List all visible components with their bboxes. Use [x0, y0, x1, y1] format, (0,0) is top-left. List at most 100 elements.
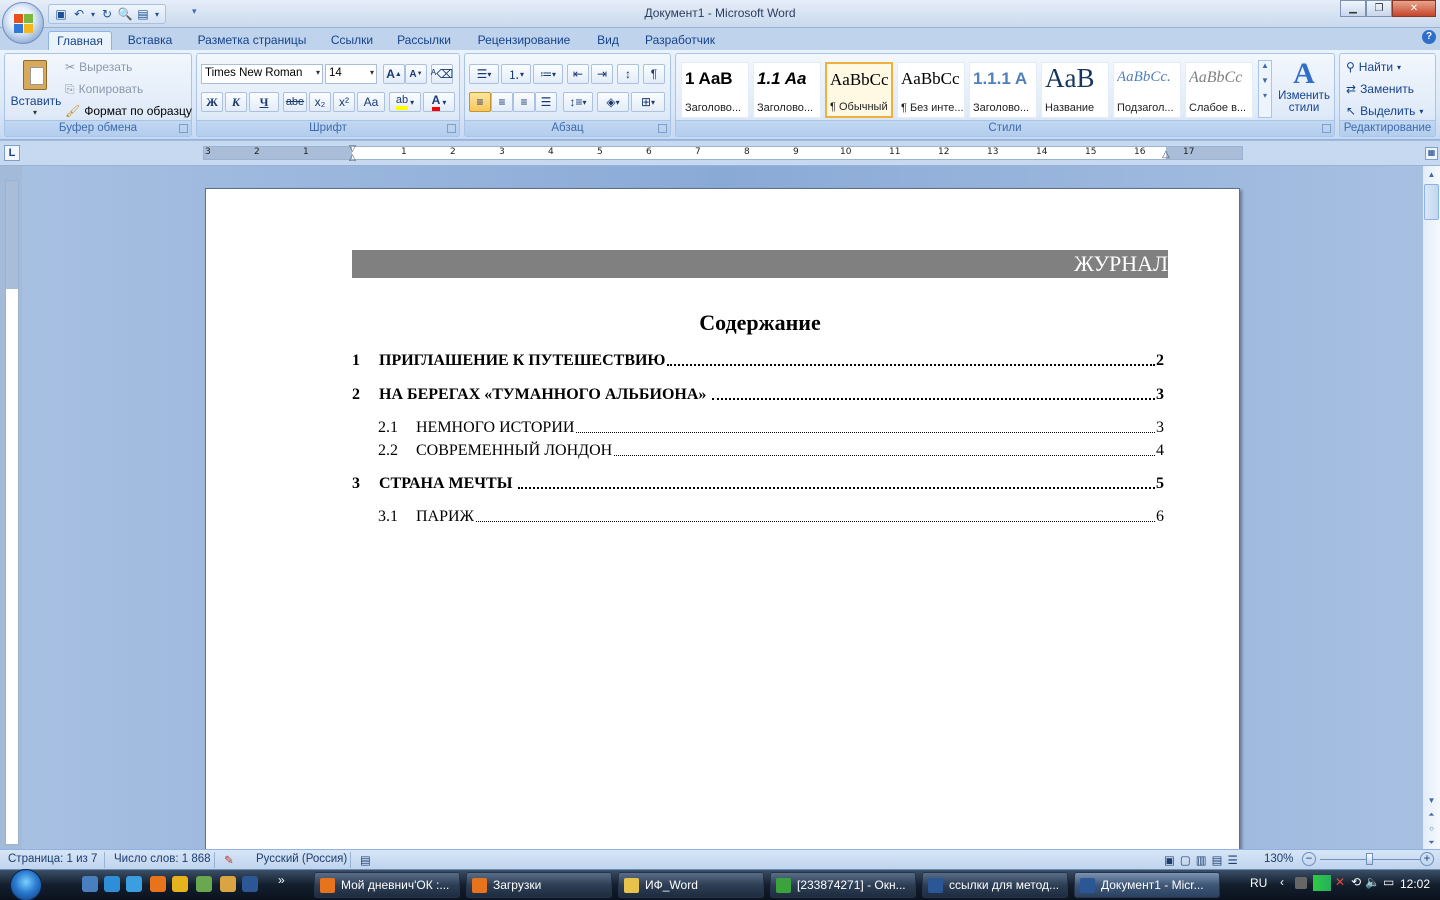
font-color-button[interactable]: A ▾ [423, 92, 455, 112]
word-quicklaunch-icon[interactable] [242, 876, 258, 892]
page-header-band[interactable]: ЖУРНАЛ [352, 250, 1168, 278]
view-buttons[interactable]: ▣▢▥▤☰ [1164, 853, 1243, 867]
page-count-status[interactable]: Страница: 1 из 7 [8, 853, 97, 865]
horizontal-ruler[interactable]: 3 2 1 1 2 3 4 5 6 7 8 9 10 11 12 13 14 1… [203, 143, 1243, 163]
zoom-in-icon[interactable]: + [1420, 852, 1434, 866]
toc-entry[interactable]: 1 ПРИГЛАШЕНИЕ К ПУТЕШЕСТВИЮ 2 [352, 350, 1164, 370]
save-icon[interactable]: ▣ [53, 6, 69, 22]
decrease-indent-button[interactable]: ⇤ [567, 64, 589, 84]
clipboard-dialog-launcher-icon[interactable] [179, 124, 188, 133]
find-button[interactable]: ⚲ Найти ▾ [1346, 58, 1401, 76]
style-heading2[interactable]: 1.1 Aa Заголово... [753, 62, 821, 118]
firefox-icon[interactable] [150, 876, 166, 892]
strikethrough-button[interactable]: abe [283, 92, 307, 112]
explorer-icon[interactable] [126, 876, 142, 892]
show-desktop-icon[interactable] [82, 876, 98, 892]
styles-scroll[interactable]: ▲ ▼ ▾ [1258, 60, 1272, 118]
document-page[interactable] [205, 188, 1240, 868]
language-indicator[interactable]: RU [1250, 876, 1267, 890]
font-size-combo[interactable]: 14 ▾ [325, 64, 377, 84]
taskbar-item[interactable]: Загрузки [466, 872, 612, 898]
taskbar-item[interactable]: [233874271] - Окн... [770, 872, 916, 898]
toc-entry[interactable]: 3.1 ПАРИЖ 6 [378, 506, 1164, 526]
style-normal[interactable]: AaBbCc ¶ Обычный [825, 62, 893, 118]
highlight-color-button[interactable]: ab ▾ [389, 92, 421, 112]
styles-more-icon[interactable]: ▾ [1259, 91, 1271, 100]
previous-page-icon[interactable]: ⏶ [1424, 808, 1439, 822]
tray-expand-icon[interactable]: ‹ [1280, 875, 1284, 889]
office-button[interactable] [2, 2, 44, 44]
format-painter-button[interactable]: 🖌 Формат по образцу [65, 102, 192, 120]
style-heading1[interactable]: 1 AaB Заголово... [681, 62, 749, 118]
grow-font-button[interactable]: A ▲ [383, 64, 405, 84]
tab-page-layout[interactable]: Разметка страницы [192, 31, 312, 50]
network-signal-icon[interactable] [1313, 875, 1331, 891]
scroll-thumb[interactable] [1424, 184, 1439, 220]
start-button[interactable] [4, 869, 48, 900]
tab-selector-icon[interactable]: L [4, 145, 20, 161]
line-spacing-button[interactable]: ↕≡ ▾ [563, 92, 593, 112]
style-heading3[interactable]: 1.1.1 A Заголово... [969, 62, 1037, 118]
superscript-button[interactable]: x² [333, 92, 355, 112]
ie-icon[interactable] [104, 876, 120, 892]
browse-object-icon[interactable]: ○ [1424, 822, 1439, 836]
app-launcher-icon[interactable] [196, 876, 212, 892]
borders-button[interactable]: ⊞ ▾ [631, 92, 665, 112]
taskbar-item[interactable]: Мой дневнич'ОК :... [314, 872, 460, 898]
view-ruler-icon[interactable]: ▦ [1425, 147, 1438, 160]
font-dialog-launcher-icon[interactable] [447, 124, 456, 133]
select-button[interactable]: ↖ Выделить ▾ [1346, 102, 1423, 120]
maximize-button[interactable]: ❐ [1366, 0, 1392, 17]
taskbar-item[interactable]: ссылки для метод... [922, 872, 1068, 898]
font-name-combo[interactable]: Times New Roman ▾ [201, 64, 323, 84]
toc-entry[interactable]: 2 НА БЕРЕГАХ «ТУМАННОГО АЛЬБИОНА» 3 [352, 384, 1164, 404]
antivirus-icon[interactable]: ✕ [1335, 875, 1345, 889]
change-case-button[interactable]: Aa [357, 92, 385, 112]
justify-button[interactable]: ☰ [535, 92, 557, 112]
clear-formatting-icon[interactable]: ᴬ⌫ [431, 64, 453, 84]
replace-button[interactable]: ⇄ Заменить [1346, 80, 1414, 98]
toc-entry[interactable]: 2.1 НЕМНОГО ИСТОРИИ 3 [378, 417, 1164, 437]
paragraph-dialog-launcher-icon[interactable] [658, 124, 667, 133]
close-button[interactable]: ✕ [1392, 0, 1436, 17]
customize-qat-icon[interactable]: ▾ [192, 6, 197, 17]
minimize-button[interactable]: ▁ [1340, 0, 1366, 17]
style-subtle-emphasis[interactable]: AaBbCc Слабое в... [1185, 62, 1253, 118]
next-page-icon[interactable]: ⏷ [1424, 836, 1439, 850]
numbering-button[interactable]: ⒈ ▾ [501, 64, 531, 84]
power-icon[interactable]: ▭ [1383, 875, 1394, 889]
align-center-button[interactable]: ≡ [491, 92, 513, 112]
left-indent-icon[interactable]: △ [349, 152, 356, 163]
tab-references[interactable]: Ссылки [322, 31, 382, 50]
proofing-icon[interactable]: ✎ [224, 853, 234, 867]
toc-entry[interactable]: 3 СТРАНА МЕЧТЫ 5 [352, 473, 1164, 493]
underline-button[interactable]: Ч [249, 92, 279, 112]
zoom-level[interactable]: 130% [1264, 853, 1293, 865]
undo-dropdown-icon[interactable]: ▾ [89, 6, 97, 22]
taskbar-item[interactable]: Документ1 - Micr... [1074, 872, 1220, 898]
tab-home[interactable]: Главная [48, 31, 112, 50]
app-launcher-icon[interactable] [220, 876, 236, 892]
zoom-slider-thumb[interactable] [1366, 853, 1373, 865]
media-player-icon[interactable] [172, 876, 188, 892]
styles-dialog-launcher-icon[interactable] [1322, 124, 1331, 133]
style-subtitle[interactable]: AaBbCc. Подзагол... [1113, 62, 1181, 118]
bullets-button[interactable]: ☰ ▾ [469, 64, 499, 84]
language-status[interactable]: Русский (Россия) [256, 853, 347, 865]
change-styles-button[interactable]: A Изменить стили [1276, 58, 1332, 120]
taskbar-item[interactable]: ИФ_Word [618, 872, 764, 898]
sort-button[interactable]: ↕ [617, 64, 639, 84]
tray-device-icon[interactable]: ⟲ [1351, 875, 1361, 889]
cut-button[interactable]: ✂ Вырезать [65, 58, 132, 76]
paste-button[interactable]: Вставить ▾ [9, 56, 61, 118]
italic-button[interactable]: К [225, 92, 247, 112]
bold-button[interactable]: Ж [201, 92, 223, 112]
volume-icon[interactable]: 🔈 [1365, 875, 1380, 889]
shrink-font-button[interactable]: A ▼ [405, 64, 427, 84]
shading-button[interactable]: ◈ ▾ [597, 92, 629, 112]
vertical-scrollbar[interactable]: ▲ ▼ ⏶ ○ ⏷ [1423, 166, 1440, 849]
scroll-down-icon[interactable]: ▼ [1424, 794, 1439, 808]
subscript-button[interactable]: x₂ [309, 92, 331, 112]
increase-indent-button[interactable]: ⇥ [591, 64, 613, 84]
tab-review[interactable]: Рецензирование [470, 31, 578, 50]
